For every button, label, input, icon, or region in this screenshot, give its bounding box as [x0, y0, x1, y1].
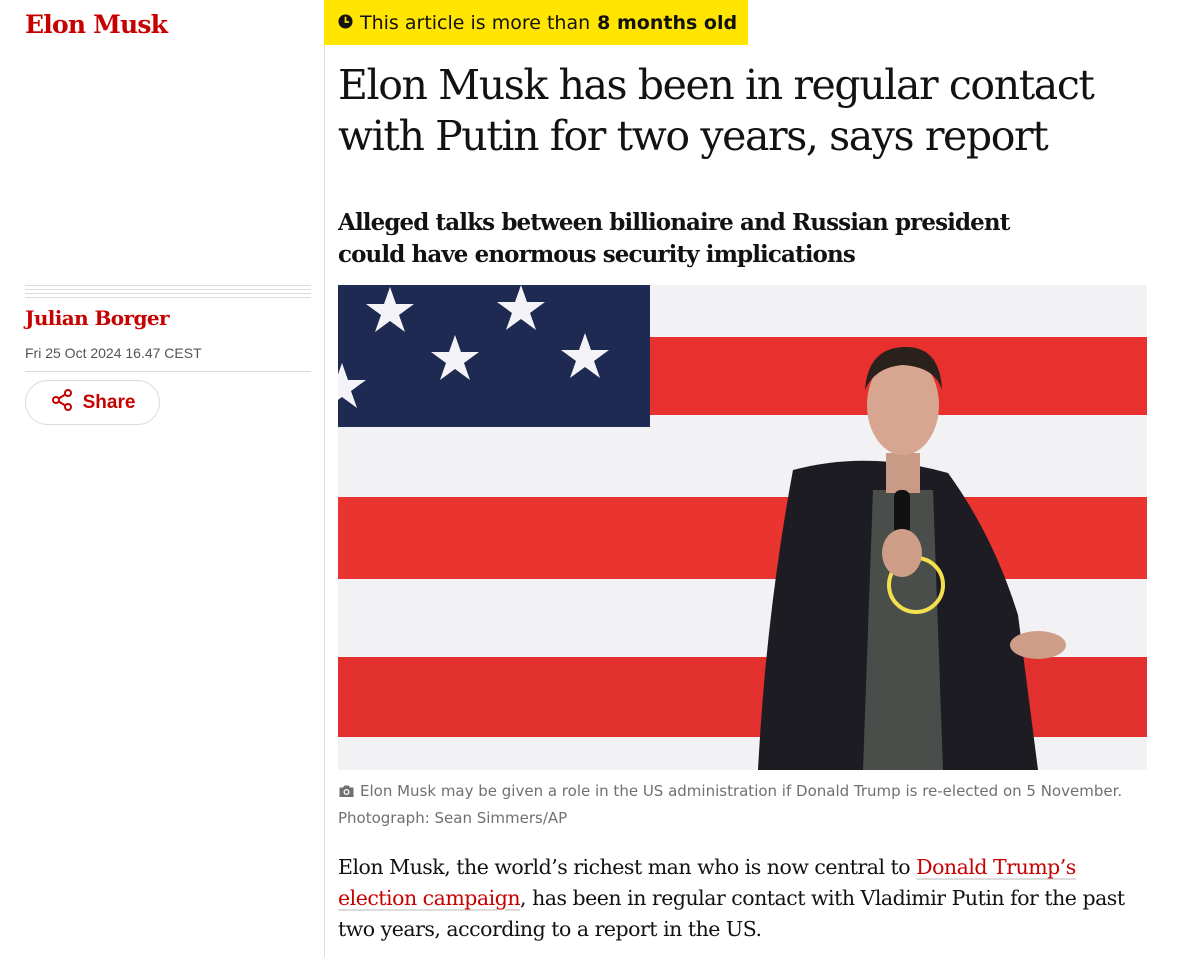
section-tag-link[interactable]: Elon Musk	[25, 10, 168, 39]
article-standfirst: Alleged talks between billionaire and Ru…	[338, 209, 1010, 268]
column-divider	[324, 0, 325, 957]
caption-text: Elon Musk may be given a role in the US …	[338, 782, 1123, 827]
hero-photo	[338, 285, 1147, 770]
meta-divider	[25, 371, 311, 372]
share-icon	[50, 388, 74, 417]
camera-icon	[338, 781, 355, 806]
share-label: Share	[82, 391, 136, 413]
age-prefix: This article is more than	[360, 11, 591, 34]
article-age-badge: This article is more than 8 months old	[324, 0, 748, 45]
share-button[interactable]: Share	[25, 380, 160, 425]
body-text-start: Elon Musk, the world’s richest man who i…	[338, 855, 917, 879]
byline-rules	[25, 285, 311, 301]
article-body-paragraph: Elon Musk, the world’s richest man who i…	[338, 852, 1138, 945]
age-value: 8 months old	[597, 11, 738, 34]
clock-icon	[338, 12, 353, 34]
publish-date: Fri 25 Oct 2024 16.47 CEST	[25, 345, 202, 361]
article-headline: Elon Musk has been in regular contact wi…	[338, 61, 1095, 160]
photo-caption: Elon Musk may be given a role in the US …	[338, 779, 1128, 831]
author-link[interactable]: Julian Borger	[25, 306, 169, 330]
